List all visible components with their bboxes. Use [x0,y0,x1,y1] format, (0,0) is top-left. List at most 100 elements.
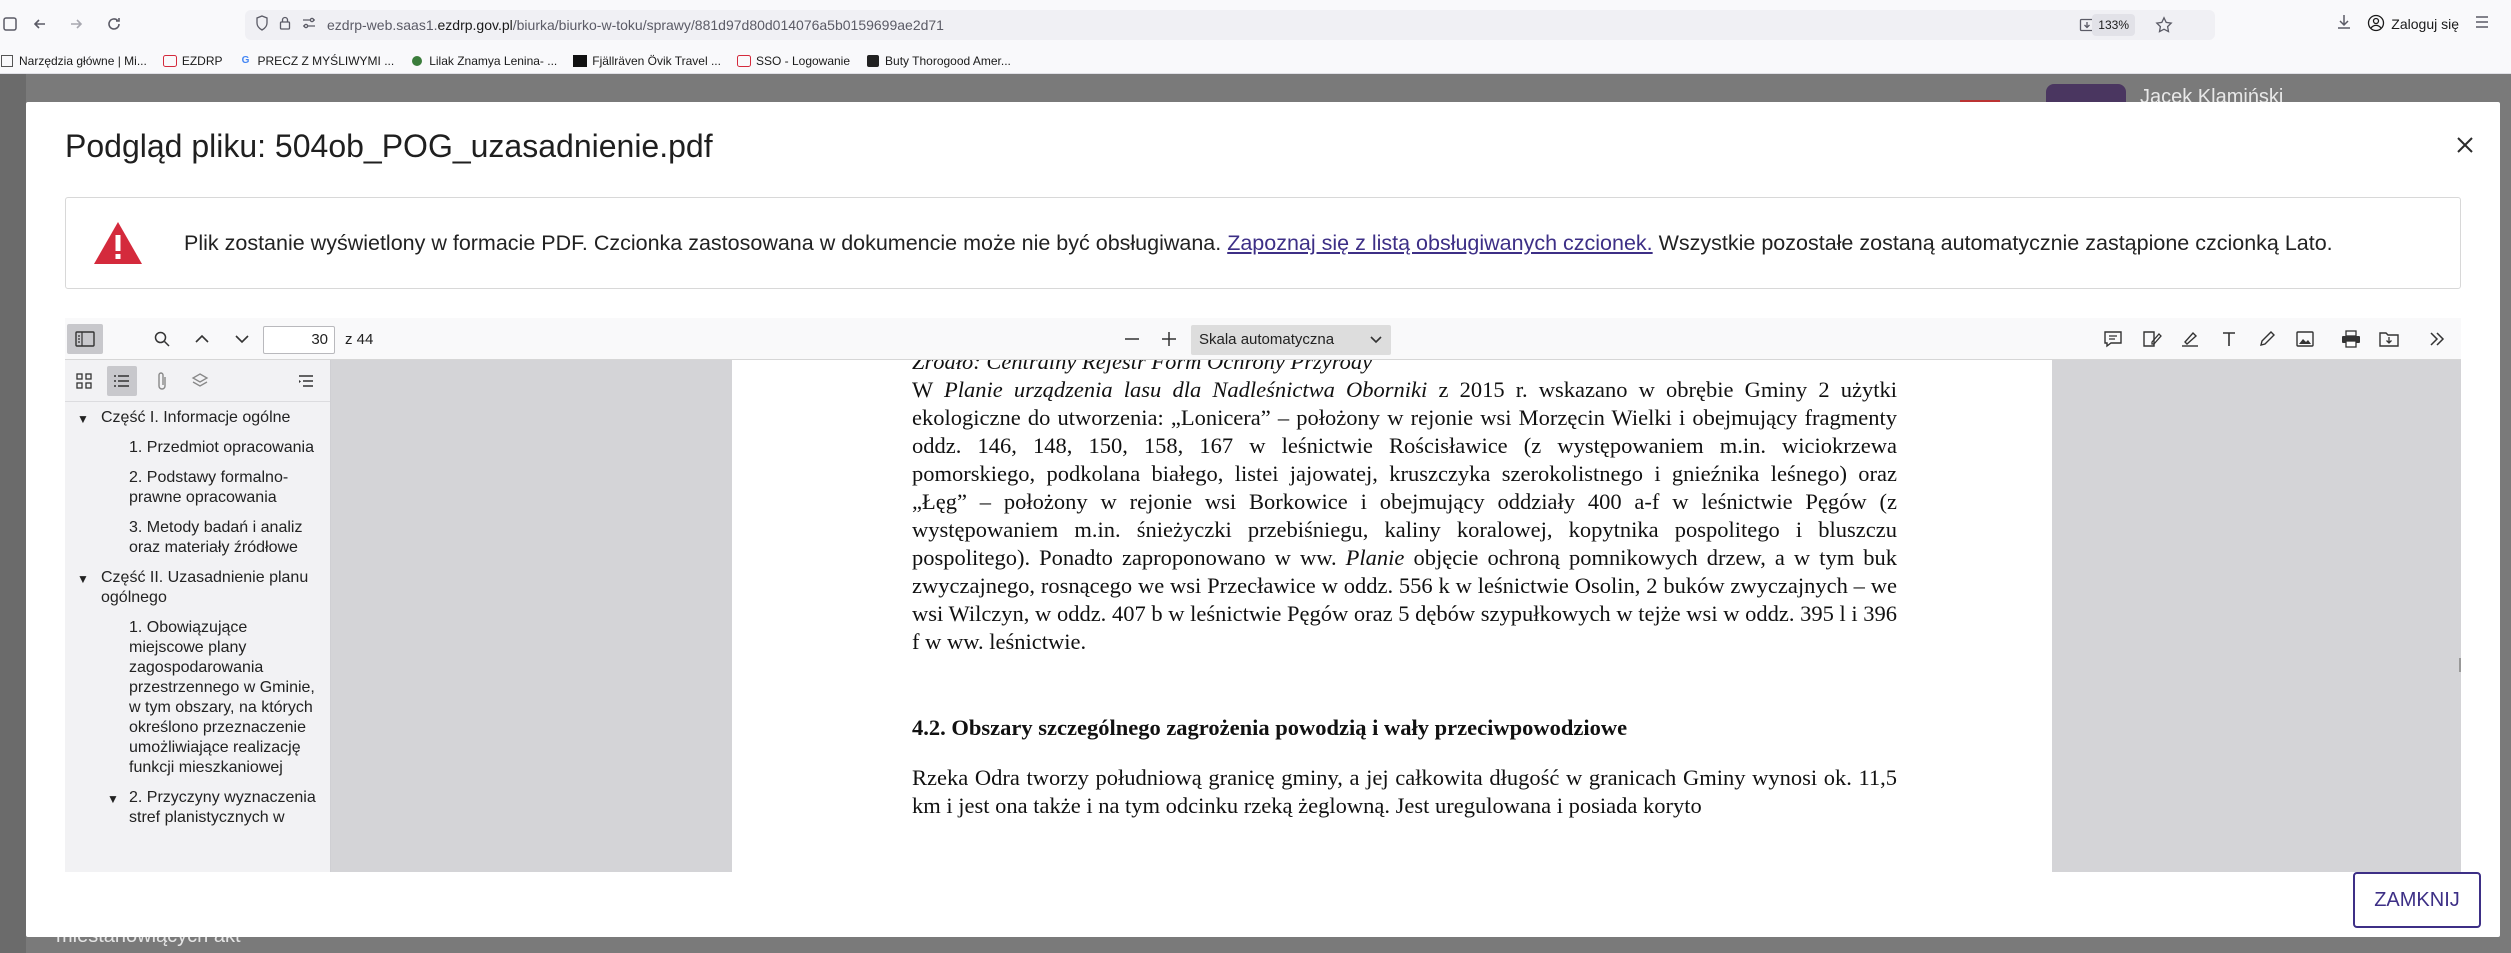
current-outline-item-button[interactable] [291,366,321,396]
plus-icon [1162,332,1176,346]
text-run: W [912,377,944,402]
login-button[interactable]: Zaloguj się [2367,14,2459,35]
outline-item-label: 2. Przyczyny wyznaczenia stref planistyc… [129,789,316,826]
more-tools-button[interactable] [2422,324,2452,354]
site-permissions-icon[interactable] [301,16,317,35]
downloads-icon[interactable] [2335,13,2353,36]
supported-fonts-link[interactable]: Zapoznaj się z listą obsługiwanych czcio… [1227,231,1652,255]
url-text[interactable]: ezdrp-web.saas1.ezdrp.gov.pl/biurka/biur… [327,17,944,33]
pdf-viewer: 30 z 44 Skala automatyczna ▼ Część I. In… [65,318,2461,872]
layers-tab[interactable] [185,366,215,396]
signature-button[interactable] [2137,324,2167,354]
bookmark-item[interactable]: Lilak Znamya Lenina- ... [410,54,557,68]
bookmark-item[interactable]: Fjällräven Övik Travel ... [573,54,721,68]
layers-icon [191,373,209,387]
attachments-tab[interactable] [147,366,177,396]
sidebar-icon [75,331,95,347]
pdf-page: Źródło: Centralny Rejestr Form Ochrony P… [732,360,2052,872]
outline-item[interactable]: 2. Podstawy formalno-prawne opracowania [65,468,330,508]
draw-button[interactable] [2252,324,2282,354]
outline-item[interactable]: 1. Obowiązujące miejscowe plany zagospod… [65,618,330,778]
text-button[interactable] [2214,324,2244,354]
pencil-icon [2260,331,2275,346]
outline-item-label: 3. Metody badań i analiz oraz materiały … [129,519,303,556]
alert-message: Plik zostanie wyświetlony w formacie PDF… [184,231,2333,256]
outline-item[interactable]: 1. Przedmiot opracowania [65,438,330,458]
google-icon: G [241,55,250,66]
text-run-italic: Planie urządzenia lasu dla Nadleśnictwa … [944,377,1428,402]
bookmark-item[interactable]: SSO - Logowanie [736,54,850,68]
forward-icon[interactable] [58,6,94,42]
back-icon[interactable] [22,6,58,42]
bookmark-star-icon[interactable] [2155,16,2173,39]
close-icon[interactable] [2450,130,2480,160]
sidebar-view-tabs [65,360,330,402]
bookmark-item[interactable]: Narzędzia główne | Mi... [0,54,147,68]
source-caption: Źródło: Centralny Rejestr Form Ochrony P… [912,360,1373,374]
next-page-button[interactable] [227,324,257,354]
zoom-level-badge[interactable]: 133% [2092,14,2135,36]
outline-item-label: Część I. Informacje ogólne [101,409,291,426]
signature-icon [2143,331,2162,347]
zoom-in-button[interactable] [1154,324,1184,354]
find-button[interactable] [147,324,177,354]
account-icon [2367,14,2385,35]
alert-text-before: Plik zostanie wyświetlony w formacie PDF… [184,230,1228,255]
scrollbar-thumb[interactable] [2459,658,2461,672]
ezdrp-icon [736,54,751,68]
image-button[interactable] [2290,324,2320,354]
double-chevron-right-icon [2430,332,2445,346]
bookmark-label: EZDRP [181,53,223,68]
outline-locate-icon [299,375,313,387]
pdf-sidebar: ▼ Część I. Informacje ogólne 1. Przedmiot… [65,360,331,872]
outline-item[interactable]: ▼ Część I. Informacje ogólne [65,408,330,428]
bookmark-icon [866,54,880,68]
sidebar-toggle-button[interactable] [67,324,103,354]
font-warning-alert: Plik zostanie wyświetlony w formacie PDF… [65,197,2461,289]
bookmark-label: Buty Thorogood Amer... [885,53,1011,68]
warning-icon [94,222,142,264]
comment-button[interactable] [2098,324,2128,354]
bookmark-label: Fjällräven Övik Travel ... [592,53,721,68]
close-button[interactable]: ZAMKNIJ [2353,872,2481,928]
url-prefix: ezdrp-web.saas1. [327,17,438,33]
previous-page-button[interactable] [187,324,217,354]
thumbnails-tab[interactable] [69,366,99,396]
save-button[interactable] [2374,324,2404,354]
triangle-down-icon[interactable]: ▼ [77,569,89,589]
lock-icon[interactable] [279,15,291,36]
page-number-input[interactable]: 30 [263,326,335,354]
shield-icon[interactable] [255,14,269,36]
outline-item[interactable]: ▼ Część II. Uzasadnienie planu ogólnego [65,568,330,608]
outline-item-label: 2. Podstawy formalno-prawne opracowania [129,469,289,506]
outline-icon [114,375,129,387]
reload-icon[interactable] [96,6,132,42]
triangle-down-icon[interactable]: ▼ [77,409,89,429]
url-bar[interactable]: ezdrp-web.saas1.ezdrp.gov.pl/biurka/biur… [245,10,2215,40]
browser-toolbar: ezdrp-web.saas1.ezdrp.gov.pl/biurka/biur… [0,0,2511,48]
highlighter-icon [2182,331,2198,347]
app-menu-icon[interactable] [2473,13,2491,36]
page-count: z 44 [345,331,374,348]
comment-icon [2104,331,2122,348]
login-label: Zaloguj się [2391,16,2459,32]
bookmark-item[interactable]: EZDRP [162,53,223,68]
print-button[interactable] [2336,324,2366,354]
ezdrp-icon [162,54,177,68]
outline-tab[interactable] [107,366,137,396]
text-run-italic: Planie [1345,545,1405,570]
bookmark-item[interactable]: G PRECZ Z MYŚLIWYMI ... [239,54,395,68]
bookmark-label: PRECZ Z MYŚLIWYMI ... [257,53,395,68]
scale-select[interactable]: Skala automatyczna [1191,325,1391,355]
zoom-out-button[interactable] [1117,324,1147,354]
outline-item[interactable]: 3. Metody badań i analiz oraz materiały … [65,518,330,558]
outline-item[interactable]: ▼ 2. Przyczyny wyznaczenia stref planisty… [65,788,330,828]
triangle-down-icon[interactable]: ▼ [107,789,119,809]
download-folder-icon [2379,332,2399,347]
url-domain: ezdrp.gov.pl [437,17,513,33]
bookmark-item[interactable]: Buty Thorogood Amer... [866,54,1011,68]
chevron-down-icon [1370,336,1382,344]
highlight-button[interactable] [2175,324,2205,354]
outline-item-label: 1. Przedmiot opracowania [129,439,314,456]
file-preview-dialog: Podgląd pliku: 504ob_POG_uzasadnienie.pd… [26,102,2500,937]
